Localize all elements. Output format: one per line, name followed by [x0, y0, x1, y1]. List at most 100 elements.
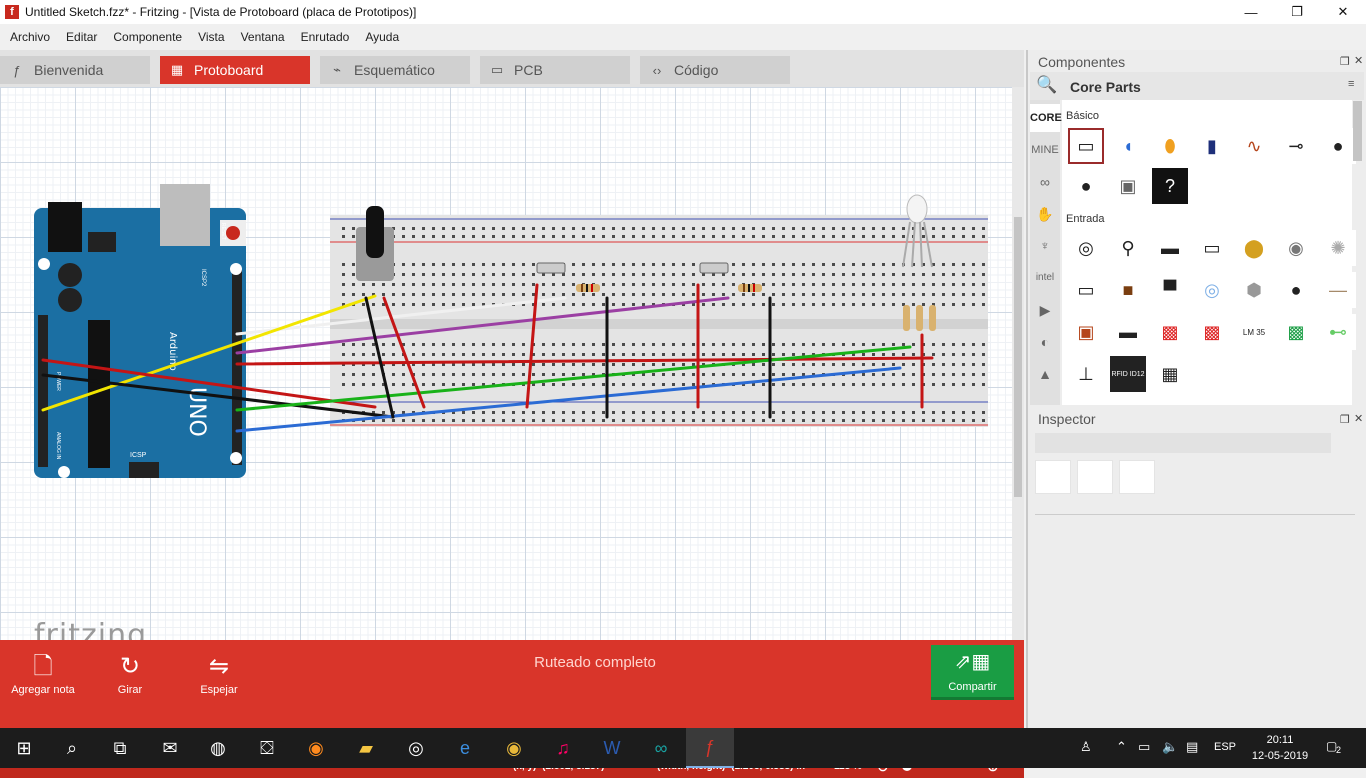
arduino-ide-icon[interactable]: ∞	[637, 728, 685, 768]
task-view-icon[interactable]: ⧉	[96, 728, 144, 768]
people-icon[interactable]: ♙	[1080, 739, 1092, 755]
part-switch[interactable]: ▀	[1152, 272, 1188, 308]
resistor-bank[interactable]	[903, 305, 936, 331]
part-rotary-encoder[interactable]: ◉	[1278, 230, 1314, 266]
search-icon[interactable]: ⌕	[48, 728, 96, 768]
part-tilt-switch[interactable]: ⬢	[1236, 272, 1272, 308]
bin-tab-mine[interactable]: MINE	[1030, 136, 1060, 164]
parts-scrollbar[interactable]	[1353, 101, 1362, 161]
part-photocell[interactable]: ▣	[1068, 314, 1104, 350]
rotate-button[interactable]: ↻ Girar	[90, 652, 170, 696]
word-icon[interactable]: W	[588, 728, 636, 768]
menu-archivo[interactable]: Archivo	[2, 30, 58, 44]
chrome-icon[interactable]: ◉	[490, 728, 538, 768]
language-indicator[interactable]: ESP	[1214, 741, 1236, 753]
part-sensor-board[interactable]: ▩	[1278, 314, 1314, 350]
close-panel-icon[interactable]: ✕	[1354, 54, 1363, 67]
mail-icon[interactable]: ✉	[146, 728, 194, 768]
part-trimmer[interactable]: ◎	[1068, 230, 1104, 266]
part-ir-sensor[interactable]: ▬	[1110, 314, 1146, 350]
part-inductor[interactable]: ∿	[1236, 128, 1272, 164]
part-reed-switch[interactable]: ⊷	[1320, 314, 1356, 350]
part-rotary-knob[interactable]: ⬤	[1236, 230, 1272, 266]
part-gyro[interactable]: ▩	[1194, 314, 1230, 350]
part-keypad[interactable]: ◎	[1194, 272, 1230, 308]
fritzing-task-icon[interactable]: ƒ	[686, 728, 734, 768]
part-wire-sensor[interactable]: —	[1320, 272, 1356, 308]
sparkfun-bin-icon[interactable]: ✋	[1030, 200, 1060, 228]
part-rfid[interactable]: RFID ID12	[1110, 356, 1146, 392]
part-accelerometer[interactable]: ▩	[1152, 314, 1188, 350]
tab-pcb[interactable]: ▭ PCB	[480, 56, 630, 84]
tab-welcome[interactable]: ƒ Bienvenida	[0, 56, 150, 84]
arduino-bin-icon[interactable]: ∞	[1030, 168, 1060, 196]
part-flex-sensor[interactable]: ⊥	[1068, 356, 1104, 392]
menu-ventana[interactable]: Ventana	[233, 30, 293, 44]
add-note-button[interactable]: 🗋 Agregar nota	[3, 652, 83, 696]
maximize-button[interactable]: ❐	[1274, 0, 1320, 24]
itunes-icon[interactable]: ♫	[539, 728, 587, 768]
part-tantalum-capacitor[interactable]: ⬮	[1152, 128, 1188, 164]
breadboard-canvas[interactable]: UNO Arduino RESET ICSP ICSP2 POWER ANALO…	[0, 87, 1012, 641]
part-pushbutton[interactable]: ■	[1110, 272, 1146, 308]
part-reed[interactable]: ▭	[1068, 272, 1104, 308]
tab-schematic[interactable]: ⌁ Esquemático	[320, 56, 470, 84]
part-fet[interactable]: ▣	[1110, 168, 1146, 204]
float-panel-icon[interactable]: ❐	[1340, 55, 1350, 68]
edge-icon[interactable]: e	[441, 728, 489, 768]
float-inspector-icon[interactable]: ❐	[1340, 413, 1350, 426]
part-temp-sensor[interactable]: LM 35	[1236, 314, 1272, 350]
part-transistor-npn[interactable]: ●	[1068, 168, 1104, 204]
menu-editar[interactable]: Editar	[58, 30, 105, 44]
flip-button[interactable]: ⇋ Espejar	[179, 652, 259, 696]
arduino-uno-board[interactable]: UNO Arduino RESET ICSP ICSP2 POWER ANALO…	[34, 184, 246, 478]
minimize-button[interactable]: —	[1228, 0, 1274, 24]
part-rotary-switch[interactable]: ✺	[1320, 230, 1356, 266]
part-transistor-pnp[interactable]: ●	[1320, 128, 1356, 164]
menu-ayuda[interactable]: Ayuda	[357, 30, 407, 44]
part-diode[interactable]: ⊸	[1278, 128, 1314, 164]
snootlab-bin-icon[interactable]: ▶	[1030, 296, 1060, 324]
steam-icon[interactable]: ◍	[194, 728, 242, 768]
contrib-bin-icon[interactable]: ◐	[1030, 328, 1060, 356]
volume-icon[interactable]: 🔈	[1162, 739, 1178, 755]
part-mystery[interactable]: ?	[1152, 168, 1188, 204]
part-humidity-sensor[interactable]: ▦	[1152, 356, 1188, 392]
resistor-1[interactable]	[576, 284, 600, 292]
vertical-scrollbar[interactable]	[1012, 87, 1024, 641]
scrollbar-thumb[interactable]	[1014, 217, 1022, 497]
part-ceramic-capacitor[interactable]: ◖	[1110, 128, 1146, 164]
close-inspector-icon[interactable]: ✕	[1354, 412, 1363, 425]
obs-icon[interactable]: ◎	[392, 728, 440, 768]
tab-breadboard[interactable]: ▦ Protoboard	[160, 56, 310, 84]
pushbutton-1[interactable]	[536, 262, 566, 274]
tab-code[interactable]: ‹› Código	[640, 56, 790, 84]
network-icon[interactable]: ▤	[1186, 739, 1198, 755]
seeed-bin-icon[interactable]: ♆	[1030, 232, 1060, 260]
resistor-2[interactable]	[738, 284, 762, 292]
part-dip-pot[interactable]: ▭	[1194, 230, 1230, 266]
tray-chevron-icon[interactable]: ⌃	[1116, 739, 1127, 755]
close-button[interactable]: ✕	[1320, 0, 1366, 24]
part-slide-pot[interactable]: ▬	[1152, 230, 1188, 266]
bin-tab-core[interactable]: CORE	[1030, 104, 1062, 132]
firefox-icon[interactable]: ◉	[292, 728, 340, 768]
search-icon[interactable]: 🔍	[1036, 75, 1057, 95]
part-electrolytic-capacitor[interactable]: ▮	[1194, 128, 1230, 164]
pushbutton-2[interactable]	[699, 262, 729, 274]
store-icon[interactable]: ⛋	[243, 728, 291, 768]
part-resistor[interactable]: ▭	[1068, 128, 1104, 164]
start-button[interactable]: ⊞	[0, 728, 48, 768]
part-potentiometer[interactable]: ⚲	[1110, 230, 1146, 266]
clock[interactable]: 20:11 12-05-2019	[1250, 732, 1310, 764]
more-bins-icon[interactable]: ▲	[1030, 360, 1060, 388]
menu-vista[interactable]: Vista	[190, 30, 232, 44]
intel-bin-icon[interactable]: intel	[1030, 264, 1060, 292]
bin-menu-icon[interactable]: ≡	[1348, 78, 1354, 90]
menu-enrutado[interactable]: Enrutado	[293, 30, 358, 44]
part-piezo[interactable]: ●	[1278, 272, 1314, 308]
share-button[interactable]: ⇗▦ Compartir	[931, 645, 1014, 700]
battery-icon[interactable]: ▭	[1138, 739, 1150, 755]
menu-componente[interactable]: Componente	[105, 30, 190, 44]
file-explorer-icon[interactable]: ▰	[342, 728, 390, 768]
